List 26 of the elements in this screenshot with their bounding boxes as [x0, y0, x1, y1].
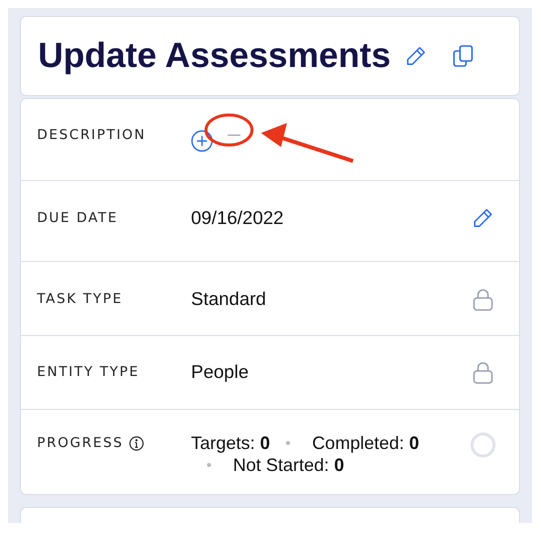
- field-label: ENTITY TYPE: [37, 364, 140, 380]
- separator-dot: [207, 462, 211, 467]
- field-label: TASK TYPE: [37, 291, 123, 307]
- add-button[interactable]: [191, 130, 213, 152]
- pencil-icon: [404, 45, 427, 67]
- stat-text: Targets: 0: [191, 433, 270, 453]
- edit-button[interactable]: [472, 207, 494, 229]
- stat-text: Completed: 0: [312, 433, 420, 453]
- lock-icon: [472, 288, 494, 312]
- progress-ring: [470, 432, 496, 458]
- edit-title-button[interactable]: [404, 45, 427, 67]
- pencil-icon: [472, 207, 494, 229]
- lock-icon: [472, 361, 494, 385]
- field-label: PROGRESS: [37, 435, 124, 451]
- copy-icon: [450, 44, 475, 68]
- page-title: Update Assessments: [38, 36, 391, 76]
- field-value: People: [191, 361, 250, 383]
- info-icon[interactable]: [129, 436, 144, 450]
- field-value: 09/16/2022: [191, 207, 285, 229]
- empty-value: —: [227, 127, 241, 143]
- copy-button[interactable]: [450, 44, 475, 68]
- separator-dot: [286, 440, 290, 445]
- field-label: DUE DATE: [37, 210, 118, 226]
- stat-text: Not Started: 0: [233, 455, 344, 475]
- field-label: DESCRIPTION: [37, 127, 146, 143]
- field-value: Standard: [191, 288, 268, 310]
